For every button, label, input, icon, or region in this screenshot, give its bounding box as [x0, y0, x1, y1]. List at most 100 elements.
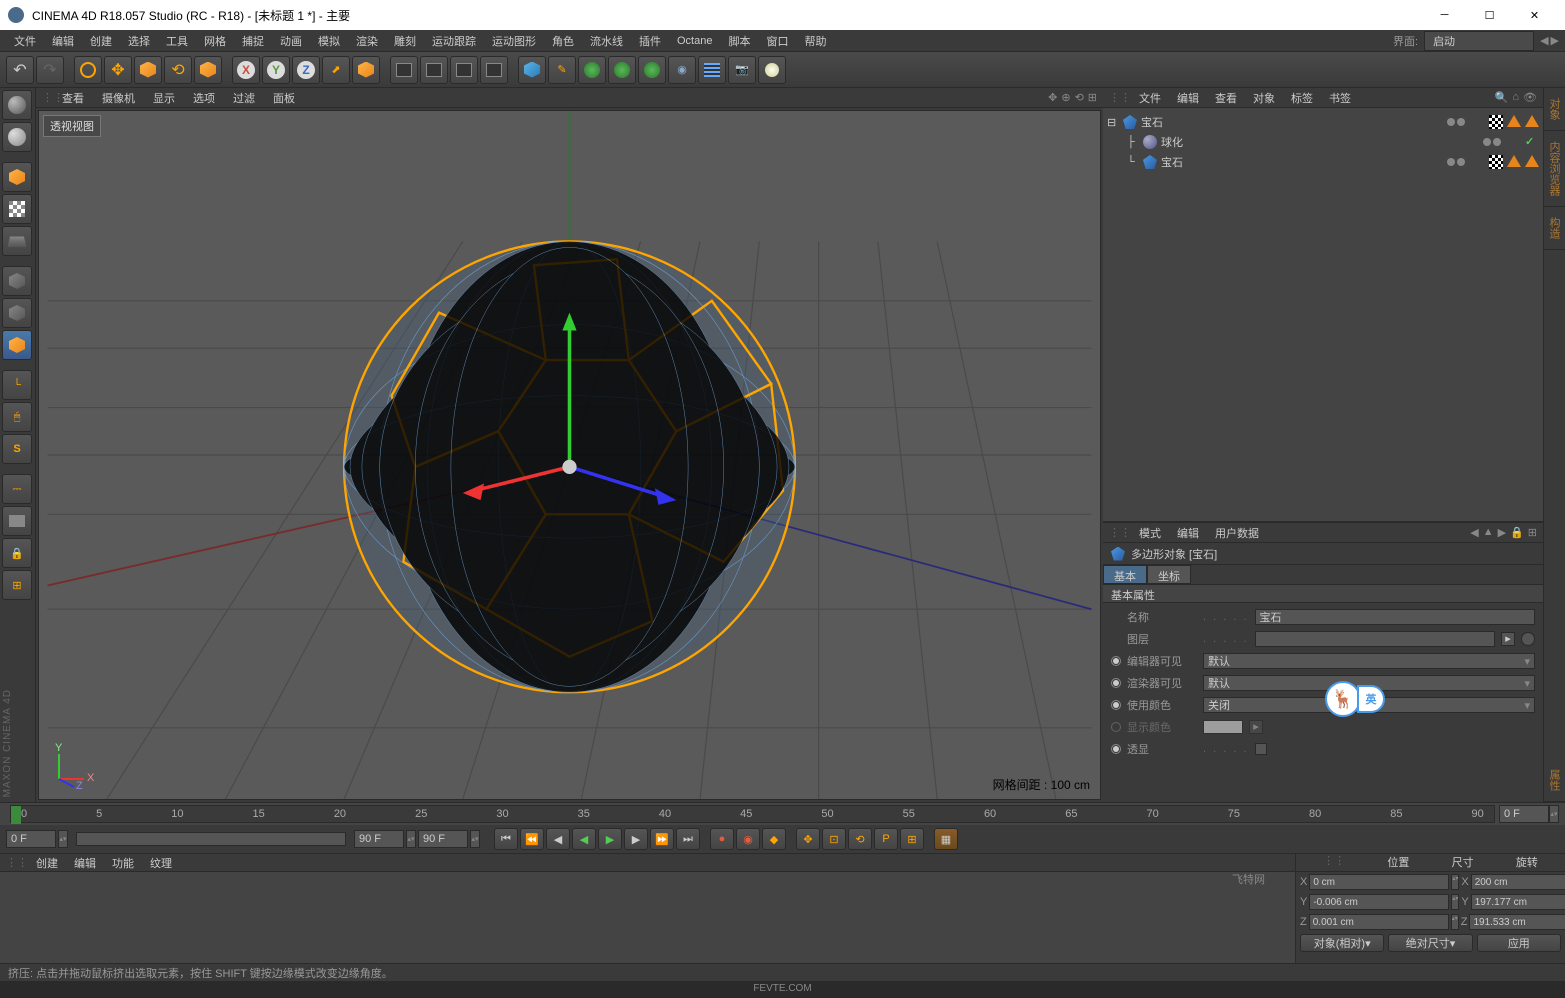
- key-scale-button[interactable]: ⊡: [822, 828, 846, 850]
- size-z-input[interactable]: [1469, 914, 1565, 930]
- attr-userdata[interactable]: 用户数据: [1207, 525, 1267, 541]
- vp-filter[interactable]: 过滤: [225, 90, 263, 106]
- add-camera[interactable]: ◉: [668, 56, 696, 84]
- render-region[interactable]: [420, 56, 448, 84]
- ime-lang-button[interactable]: 英: [1357, 685, 1385, 713]
- redo-button[interactable]: ↷: [36, 56, 64, 84]
- render-vis-radio[interactable]: [1111, 678, 1121, 688]
- vis-render-dot[interactable]: [1493, 138, 1501, 146]
- grip-icon[interactable]: ⋮⋮: [1302, 854, 1366, 871]
- key-param-button[interactable]: P: [874, 828, 898, 850]
- menu-help[interactable]: 帮助: [796, 31, 834, 51]
- attr-edit[interactable]: 编辑: [1169, 525, 1207, 541]
- om-file[interactable]: 文件: [1131, 90, 1169, 106]
- tab-coord[interactable]: 坐标: [1147, 565, 1191, 584]
- add-environment[interactable]: [638, 56, 666, 84]
- spinner[interactable]: ▴▾: [1451, 874, 1459, 890]
- vis-editor-dot[interactable]: [1483, 138, 1491, 146]
- make-editable2[interactable]: [2, 122, 32, 152]
- name-input[interactable]: [1255, 609, 1535, 625]
- tag-tri-icon[interactable]: [1525, 155, 1539, 167]
- spinner[interactable]: ▴▾: [1451, 914, 1459, 930]
- render-view[interactable]: [390, 56, 418, 84]
- tab-objects[interactable]: 对象: [1544, 88, 1565, 131]
- next-frame-button[interactable]: ▶: [624, 828, 648, 850]
- range-start-field[interactable]: [6, 830, 56, 848]
- pos-z-input[interactable]: [1309, 914, 1449, 930]
- prev-key-button[interactable]: ⏪: [520, 828, 544, 850]
- menu-plugins[interactable]: 插件: [631, 31, 669, 51]
- key-pos-button[interactable]: ✥: [796, 828, 820, 850]
- polygon-mode[interactable]: [2, 330, 32, 360]
- om-eye-icon[interactable]: 👁: [1523, 91, 1537, 104]
- range-slider[interactable]: [76, 832, 346, 846]
- editor-vis-dropdown[interactable]: 默认: [1203, 653, 1535, 669]
- select-tool[interactable]: [74, 56, 102, 84]
- material-list[interactable]: [0, 872, 1295, 963]
- grip-icon[interactable]: ⋮⋮: [1109, 526, 1131, 539]
- key-rot-button[interactable]: ⟲: [848, 828, 872, 850]
- coord-system[interactable]: ⬈: [322, 56, 350, 84]
- attr-mode[interactable]: 模式: [1131, 525, 1169, 541]
- frame-spinner[interactable]: ▴▾: [1549, 805, 1559, 823]
- nav-up-icon[interactable]: ▲: [1483, 526, 1494, 539]
- workplane-mode[interactable]: [2, 226, 32, 256]
- menu-mesh[interactable]: 网格: [196, 31, 234, 51]
- om-tags[interactable]: 标签: [1283, 90, 1321, 106]
- layout-next-icon[interactable]: ▶: [1551, 34, 1559, 47]
- vis-editor-dot[interactable]: [1447, 118, 1455, 126]
- vp-display[interactable]: 显示: [145, 90, 183, 106]
- range-end-field[interactable]: [354, 830, 404, 848]
- maximize-button[interactable]: ☐: [1467, 0, 1512, 30]
- menu-select[interactable]: 选择: [120, 31, 158, 51]
- object-name[interactable]: 宝石: [1161, 154, 1443, 170]
- play-back-button[interactable]: ◀: [572, 828, 596, 850]
- add-deformer[interactable]: [608, 56, 636, 84]
- layer-input[interactable]: [1255, 631, 1495, 647]
- layer-menu-icon[interactable]: [1521, 632, 1535, 646]
- mat-texture[interactable]: 纹理: [142, 855, 180, 871]
- add-spline[interactable]: ✎: [548, 56, 576, 84]
- mat-edit[interactable]: 编辑: [66, 855, 104, 871]
- texture-axis[interactable]: ⊞: [2, 570, 32, 600]
- menu-octane[interactable]: Octane: [669, 33, 720, 49]
- om-object[interactable]: 对象: [1245, 90, 1283, 106]
- nav-new-icon[interactable]: ⊞: [1528, 526, 1537, 539]
- om-row-gem-child[interactable]: └ 宝石: [1107, 152, 1539, 172]
- grip-icon[interactable]: ⋮⋮: [6, 856, 28, 869]
- tab-structure[interactable]: 构造: [1544, 207, 1565, 250]
- menu-pipeline[interactable]: 流水线: [582, 31, 631, 51]
- primitive-cube[interactable]: [352, 56, 380, 84]
- render-picture[interactable]: [450, 56, 478, 84]
- rotate-tool[interactable]: ⟲: [164, 56, 192, 84]
- record-button[interactable]: ●: [710, 828, 734, 850]
- x-axis-lock[interactable]: X: [232, 56, 260, 84]
- enable-check-icon[interactable]: ✓: [1525, 135, 1539, 149]
- add-cube[interactable]: [518, 56, 546, 84]
- tab-content-browser[interactable]: 内容浏览器: [1544, 131, 1565, 207]
- timeline-current-frame[interactable]: [1499, 805, 1549, 823]
- next-key-button[interactable]: ⏩: [650, 828, 674, 850]
- axis-mode[interactable]: └: [2, 370, 32, 400]
- editor-vis-radio[interactable]: [1111, 656, 1121, 666]
- menu-mograph[interactable]: 运动图形: [484, 31, 544, 51]
- om-edit[interactable]: 编辑: [1169, 90, 1207, 106]
- om-bookmarks[interactable]: 书签: [1321, 90, 1359, 106]
- menu-file[interactable]: 文件: [6, 31, 44, 51]
- menu-simulate[interactable]: 模拟: [310, 31, 348, 51]
- vp-move-icon[interactable]: ✥: [1048, 91, 1057, 104]
- ime-deer-icon[interactable]: 🦌: [1325, 681, 1361, 717]
- tag-tri-icon[interactable]: [1525, 115, 1539, 127]
- object-name[interactable]: 宝石: [1141, 114, 1443, 130]
- goto-end-button[interactable]: ⏭: [676, 828, 700, 850]
- texture-mode[interactable]: [2, 194, 32, 224]
- add-floor[interactable]: [698, 56, 726, 84]
- minimize-button[interactable]: ─: [1422, 0, 1467, 30]
- close-button[interactable]: ✕: [1512, 0, 1557, 30]
- tab-basic[interactable]: 基本: [1103, 565, 1147, 584]
- xray-checkbox[interactable]: [1255, 743, 1267, 755]
- key-pla-button[interactable]: ⊞: [900, 828, 924, 850]
- model-mode[interactable]: [2, 162, 32, 192]
- z-axis-lock[interactable]: Z: [292, 56, 320, 84]
- object-name[interactable]: 球化: [1161, 134, 1479, 150]
